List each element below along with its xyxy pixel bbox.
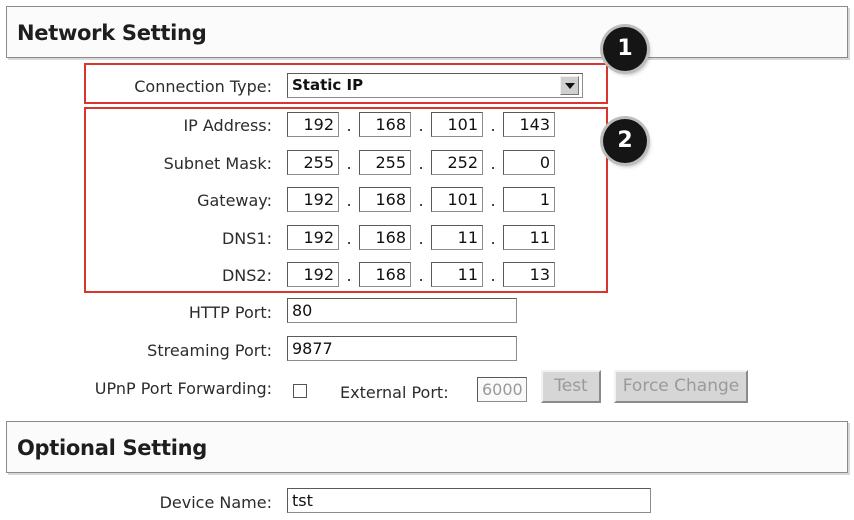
callout-one-badge: 1 (603, 27, 647, 71)
ip-octet-input[interactable]: 0 (503, 150, 555, 175)
octet-separator-dot: . (418, 229, 424, 248)
network-setting-title: Network Setting (17, 21, 207, 45)
ip-row-label: Gateway: (197, 191, 272, 210)
ip-octet-input[interactable]: 101 (431, 112, 483, 137)
octet-separator-dot: . (490, 229, 496, 248)
ip-row-label: DNS1: (221, 229, 272, 248)
octet-separator-dot: . (418, 154, 424, 173)
octet-separator-dot: . (346, 116, 352, 135)
ip-octet-input[interactable]: 192 (287, 112, 339, 137)
ip-octet-input[interactable]: 192 (287, 187, 339, 212)
ip-octet-input[interactable]: 143 (503, 112, 555, 137)
ip-octet-input[interactable]: 192 (287, 225, 339, 250)
octet-separator-dot: . (346, 266, 352, 285)
ip-octet-input[interactable]: 168 (359, 225, 411, 250)
octet-separator-dot: . (418, 116, 424, 135)
ip-octet-input[interactable]: 11 (431, 262, 483, 287)
ip-octet-input[interactable]: 11 (503, 225, 555, 250)
optional-setting-title: Optional Setting (17, 436, 208, 460)
ip-row-label: Subnet Mask: (163, 154, 272, 173)
octet-separator-dot: . (490, 191, 496, 210)
octet-separator-dot: . (490, 266, 496, 285)
octet-separator-dot: . (490, 154, 496, 173)
upnp-port-forwarding-label: UPnP Port Forwarding: (94, 379, 272, 398)
connection-type-highlight (84, 63, 608, 104)
device-name-input[interactable]: tst (287, 488, 651, 513)
external-port-label: External Port: (340, 383, 449, 402)
network-setting-header: Network Setting (6, 6, 848, 58)
ip-octet-input[interactable]: 255 (287, 150, 339, 175)
octet-separator-dot: . (346, 191, 352, 210)
ip-octet-input[interactable]: 168 (359, 262, 411, 287)
octet-separator-dot: . (418, 191, 424, 210)
upnp-checkbox[interactable] (293, 384, 307, 398)
ip-octet-input[interactable]: 192 (287, 262, 339, 287)
ip-octet-input[interactable]: 13 (503, 262, 555, 287)
optional-setting-header: Optional Setting (6, 421, 848, 473)
ip-row-label: DNS2: (221, 266, 272, 285)
streaming-port-input[interactable]: 9877 (287, 336, 517, 361)
external-port-input[interactable]: 6000 (477, 377, 527, 402)
octet-separator-dot: . (346, 154, 352, 173)
ip-octet-input[interactable]: 1 (503, 187, 555, 212)
http-port-input[interactable]: 80 (287, 298, 517, 323)
ip-octet-input[interactable]: 168 (359, 112, 411, 137)
device-name-label: Device Name: (159, 493, 272, 512)
ip-octet-input[interactable]: 168 (359, 187, 411, 212)
ip-octet-input[interactable]: 255 (359, 150, 411, 175)
octet-separator-dot: . (346, 229, 352, 248)
streaming-port-label: Streaming Port: (147, 341, 272, 360)
http-port-label: HTTP Port: (188, 303, 272, 322)
ip-octet-input[interactable]: 11 (431, 225, 483, 250)
octet-separator-dot: . (490, 116, 496, 135)
callout-two-badge: 2 (603, 119, 647, 163)
force-change-button[interactable]: Force Change (614, 370, 748, 403)
ip-octet-input[interactable]: 101 (431, 187, 483, 212)
test-button[interactable]: Test (541, 370, 601, 403)
ip-row-label: IP Address: (183, 116, 272, 135)
octet-separator-dot: . (418, 266, 424, 285)
ip-octet-input[interactable]: 252 (431, 150, 483, 175)
